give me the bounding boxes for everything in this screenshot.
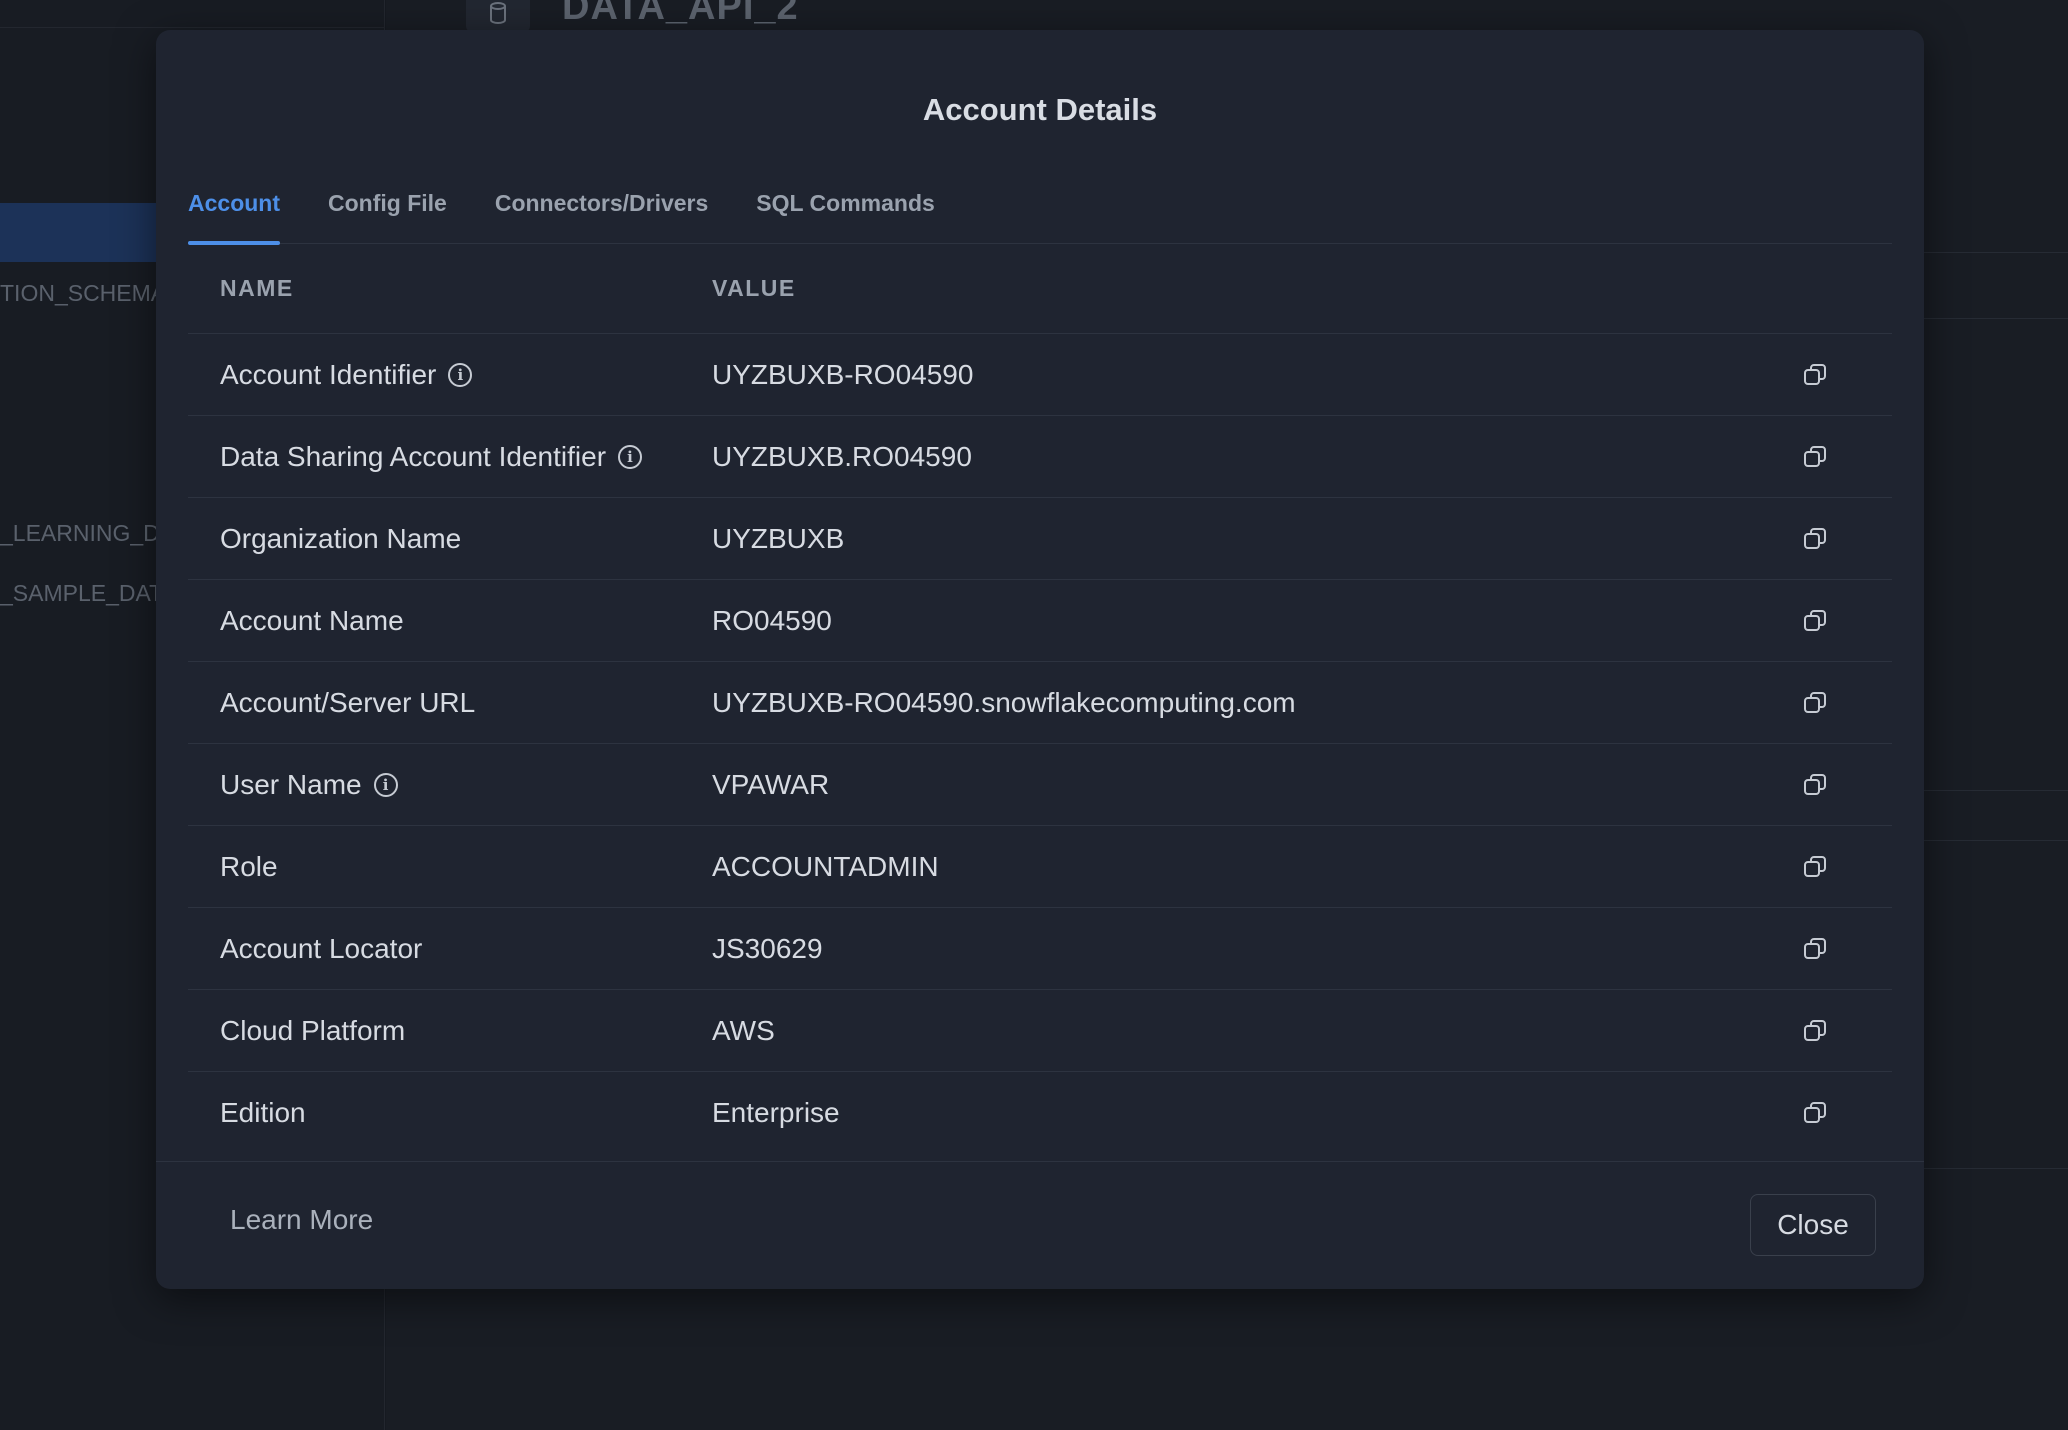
copy-button[interactable]: [1802, 362, 1892, 388]
modal-footer: Learn More Close: [156, 1161, 1924, 1289]
table-header: NAME VALUE: [188, 244, 1892, 334]
row-name-cell: Account/Server URL: [188, 687, 712, 719]
row-value: VPAWAR: [712, 768, 830, 800]
row-name: Cloud Platform: [220, 1014, 406, 1046]
column-header-value: VALUE: [712, 275, 796, 301]
table-row: User Name i VPAWAR: [188, 744, 1892, 826]
copy-icon[interactable]: [1802, 854, 1828, 880]
background-db-title: DATA_API_2: [562, 0, 799, 28]
copy-icon[interactable]: [1802, 526, 1828, 552]
table-row: Edition Enterprise: [188, 1072, 1892, 1154]
row-name-cell: Data Sharing Account Identifier i: [188, 441, 712, 473]
background-sidebar-item: TION_SCHEMA: [0, 280, 167, 306]
copy-button[interactable]: [1802, 608, 1892, 634]
background-selected-item: [0, 203, 160, 262]
table-row: Account Name RO04590: [188, 580, 1892, 662]
table-body: Account Identifier i UYZBUXB-RO04590 Data S…: [188, 334, 1892, 1154]
row-name: Account Locator: [220, 932, 423, 964]
copy-icon[interactable]: [1802, 1018, 1828, 1044]
info-circle-icon[interactable]: i: [448, 362, 473, 387]
row-name: User Name: [220, 768, 362, 800]
table-row: Organization Name UYZBUXB: [188, 498, 1892, 580]
table-row: Role ACCOUNTADMIN: [188, 826, 1892, 908]
info-circle-icon[interactable]: i: [618, 444, 643, 469]
row-name: Organization Name: [220, 522, 462, 554]
background-divider: [0, 27, 385, 28]
background-sidebar-item: _LEARNING_D: [0, 520, 160, 546]
table-row: Account Identifier i UYZBUXB-RO04590: [188, 334, 1892, 416]
copy-button[interactable]: [1802, 526, 1892, 552]
column-header-name: NAME: [220, 275, 294, 301]
background-sidebar-item: _SAMPLE_DAT: [0, 580, 164, 606]
row-name: Data Sharing Account Identifier: [220, 440, 607, 472]
row-name: Edition: [220, 1097, 306, 1128]
copy-button[interactable]: [1802, 444, 1892, 470]
account-details-table: NAME VALUE Account Identifier i UYZBUXB-RO…: [188, 244, 1892, 1154]
copy-button[interactable]: [1802, 772, 1892, 798]
row-name: Account Identifier: [220, 358, 437, 390]
tab-connectors-drivers[interactable]: Connectors/Drivers: [495, 160, 708, 244]
row-value: UYZBUXB-RO04590.snowflakecomputing.com: [712, 686, 1296, 718]
copy-button[interactable]: [1802, 854, 1892, 880]
row-name: Role: [220, 850, 278, 882]
row-name-cell: Account Name: [188, 605, 712, 637]
table-row: Data Sharing Account Identifier i UYZBUXB.…: [188, 416, 1892, 498]
row-name-cell: Organization Name: [188, 523, 712, 555]
tab-bar: Account Config File Connectors/Drivers S…: [188, 160, 1892, 245]
tab-config-file[interactable]: Config File: [328, 160, 447, 244]
account-details-modal: Account Details Account Config File Conn…: [156, 30, 1924, 1289]
copy-button[interactable]: [1802, 690, 1892, 716]
row-value: UYZBUXB.RO04590: [712, 440, 972, 472]
copy-icon[interactable]: [1802, 362, 1828, 388]
copy-icon[interactable]: [1802, 1100, 1828, 1126]
row-value: ACCOUNTADMIN: [712, 850, 939, 882]
row-name-cell: Account Identifier i: [188, 359, 712, 391]
row-value: UYZBUXB-RO04590: [712, 358, 974, 390]
row-name-cell: Edition: [188, 1097, 712, 1129]
table-row: Cloud Platform AWS: [188, 990, 1892, 1072]
row-value: JS30629: [712, 932, 823, 964]
table-row: Account/Server URL UYZBUXB-RO04590.snowfl…: [188, 662, 1892, 744]
row-name: Account Name: [220, 604, 404, 636]
copy-icon[interactable]: [1802, 608, 1828, 634]
row-name: Account/Server URL: [220, 686, 476, 718]
copy-icon[interactable]: [1802, 936, 1828, 962]
row-value: AWS: [712, 1014, 775, 1046]
row-name-cell: Cloud Platform: [188, 1015, 712, 1047]
close-button[interactable]: Close: [1750, 1194, 1876, 1256]
row-value: RO04590: [712, 604, 832, 636]
copy-button[interactable]: [1802, 1100, 1892, 1126]
info-circle-icon[interactable]: i: [373, 772, 398, 797]
row-name-cell: Account Locator: [188, 933, 712, 965]
tab-sql-commands[interactable]: SQL Commands: [756, 160, 935, 244]
row-name-cell: Role: [188, 851, 712, 883]
copy-icon[interactable]: [1802, 444, 1828, 470]
copy-button[interactable]: [1802, 936, 1892, 962]
row-value: UYZBUXB: [712, 522, 845, 554]
copy-button[interactable]: [1802, 1018, 1892, 1044]
row-name-cell: User Name i: [188, 769, 712, 801]
tab-account[interactable]: Account: [188, 160, 280, 245]
table-row: Account Locator JS30629: [188, 908, 1892, 990]
row-value: Enterprise: [712, 1097, 840, 1128]
copy-icon[interactable]: [1802, 772, 1828, 798]
modal-title: Account Details: [922, 92, 1158, 127]
database-icon: [466, 0, 530, 32]
copy-icon[interactable]: [1802, 690, 1828, 716]
learn-more-link[interactable]: Learn More: [230, 1204, 373, 1236]
